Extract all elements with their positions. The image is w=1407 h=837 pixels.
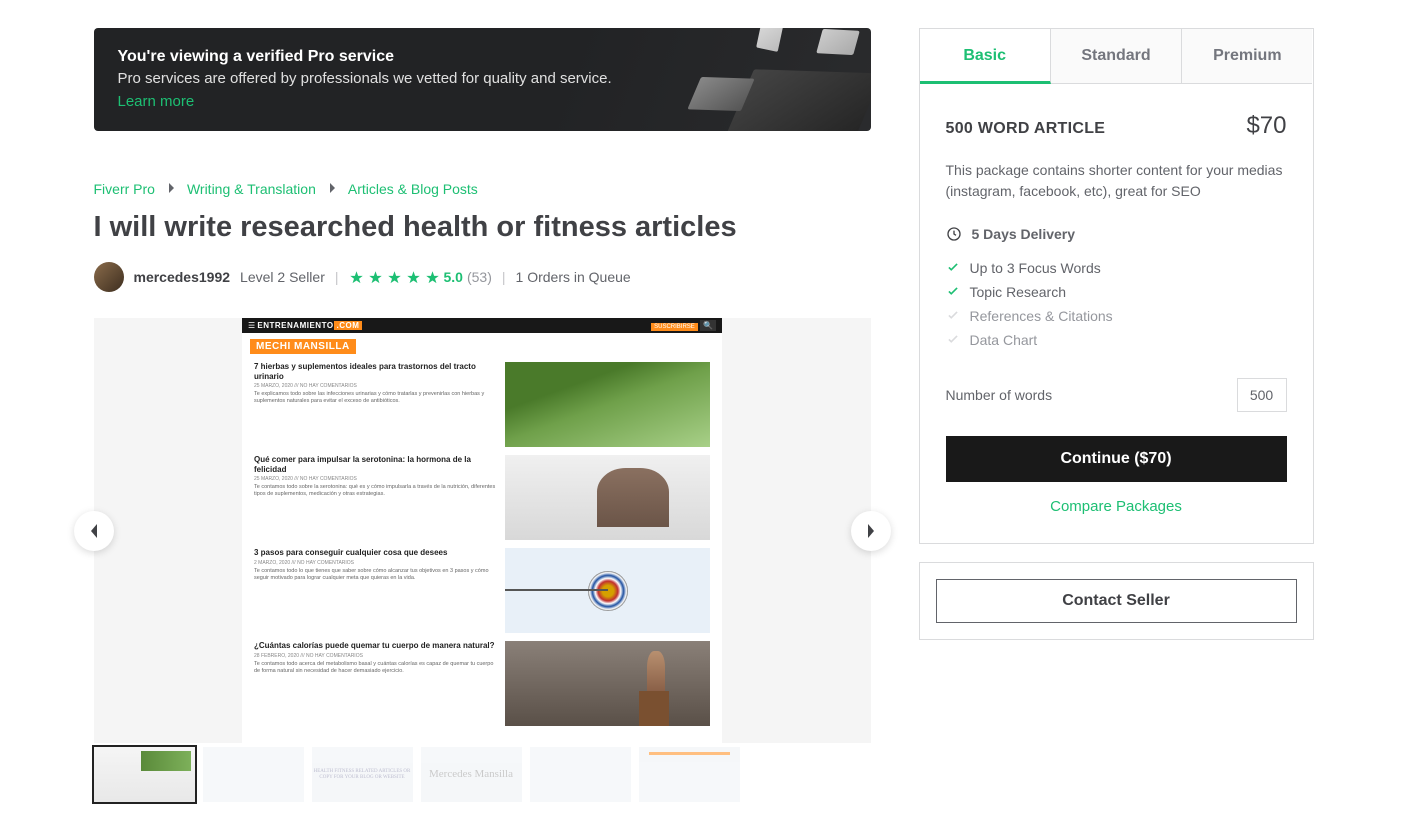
pro-service-banner: You're viewing a verified Pro service Pr… [94, 28, 871, 131]
delivery-time: 5 Days Delivery [946, 226, 1287, 242]
tab-basic[interactable]: Basic [920, 29, 1051, 84]
seller-level: Level 2 Seller [240, 269, 325, 285]
breadcrumb-item[interactable]: Fiverr Pro [94, 181, 155, 197]
gallery-byline: MECHI MANSILLA [250, 339, 356, 354]
package-price: $70 [1246, 112, 1286, 140]
breadcrumb-item[interactable]: Writing & Translation [187, 181, 316, 197]
star-icon [368, 270, 383, 285]
seller-username[interactable]: mercedes1992 [134, 269, 231, 285]
gallery-menu-icon: ☰ ENTRENAMIENTO.COM [248, 321, 362, 330]
star-icon [349, 270, 364, 285]
breadcrumb-item[interactable]: Articles & Blog Posts [348, 181, 478, 197]
pro-banner-title: You're viewing a verified Pro service [118, 48, 612, 66]
continue-button[interactable]: Continue ($70) [946, 436, 1287, 482]
gig-gallery: ☰ ENTRENAMIENTO.COM SUSCRIBIRSE 🔍 MECHI … [94, 318, 871, 743]
gallery-thumbnail[interactable] [203, 747, 304, 802]
rating-value: 5.0 [444, 269, 463, 285]
chevron-right-icon [328, 181, 336, 197]
pro-banner-illustration [651, 28, 861, 131]
package-description: This package contains shorter content fo… [946, 160, 1287, 202]
gallery-prev-button[interactable] [74, 511, 114, 551]
contact-seller-box: Contact Seller [919, 562, 1314, 640]
feature-item: Data Chart [946, 328, 1287, 352]
gallery-thumbnails: HEALTH FITNESS RELATED ARTICLES OR COPY … [94, 747, 871, 802]
check-icon [946, 285, 960, 299]
orders-in-queue: 1 Orders in Queue [516, 269, 631, 285]
chevron-right-icon [167, 181, 175, 197]
clock-icon [946, 226, 962, 242]
contact-seller-button[interactable]: Contact Seller [936, 579, 1297, 623]
pro-banner-subtitle: Pro services are offered by professional… [118, 70, 612, 87]
package-features: Up to 3 Focus Words Topic Research Refer… [946, 256, 1287, 352]
words-value: 500 [1237, 378, 1287, 412]
words-label: Number of words [946, 387, 1053, 403]
tab-premium[interactable]: Premium [1182, 29, 1312, 84]
gallery-thumbnail[interactable]: HEALTH FITNESS RELATED ARTICLES OR COPY … [312, 747, 413, 802]
star-icon [406, 270, 421, 285]
gallery-thumbnail[interactable] [639, 747, 740, 802]
breadcrumb: Fiverr Pro Writing & Translation Article… [94, 181, 871, 197]
package-box: Basic Standard Premium 500 WORD ARTICLE … [919, 28, 1314, 544]
seller-info-row: mercedes1992 Level 2 Seller | 5.0 (53) |… [94, 262, 871, 292]
gig-title: I will write researched health or fitnes… [94, 211, 871, 244]
gallery-thumbnail[interactable]: Mercedes Mansilla [421, 747, 522, 802]
check-icon [946, 333, 960, 347]
search-icon: 🔍 [700, 320, 716, 331]
star-icon [387, 270, 402, 285]
check-icon [946, 309, 960, 323]
check-icon [946, 261, 960, 275]
package-name: 500 WORD ARTICLE [946, 120, 1106, 138]
learn-more-link[interactable]: Learn more [118, 93, 195, 110]
gallery-slide[interactable]: ☰ ENTRENAMIENTO.COM SUSCRIBIRSE 🔍 MECHI … [242, 318, 722, 743]
package-tabs: Basic Standard Premium [920, 29, 1313, 84]
review-count: (53) [467, 269, 492, 285]
seller-rating: 5.0 (53) [349, 269, 492, 285]
compare-packages-link[interactable]: Compare Packages [946, 498, 1287, 515]
gallery-thumbnail[interactable] [530, 747, 631, 802]
gallery-thumbnail[interactable] [94, 747, 195, 802]
tab-standard[interactable]: Standard [1051, 29, 1182, 84]
feature-item: References & Citations [946, 304, 1287, 328]
feature-item: Topic Research [946, 280, 1287, 304]
star-icon [425, 270, 440, 285]
seller-avatar[interactable] [94, 262, 124, 292]
gallery-next-button[interactable] [851, 511, 891, 551]
feature-item: Up to 3 Focus Words [946, 256, 1287, 280]
